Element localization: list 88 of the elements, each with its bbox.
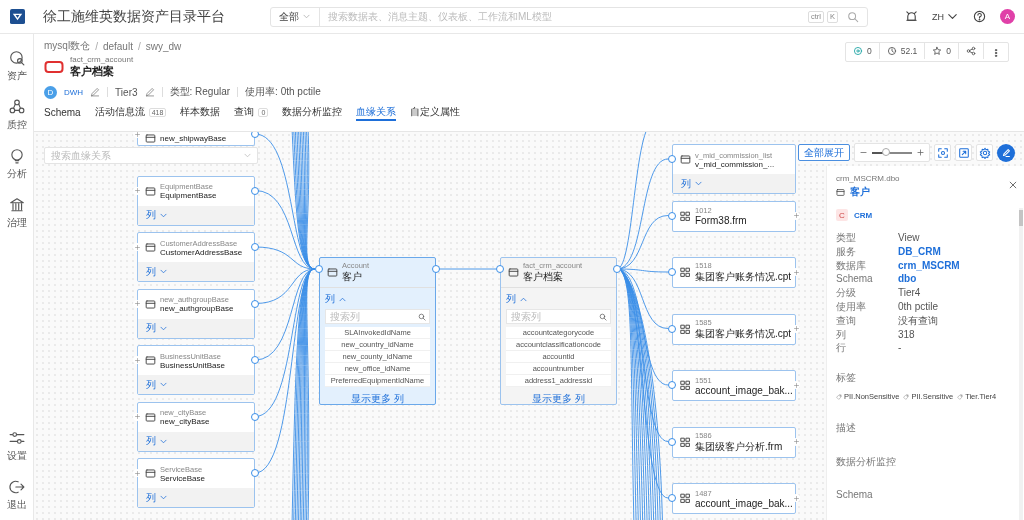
columns-toggle[interactable]: 列 <box>506 292 611 306</box>
section-heading: 描述 <box>836 421 857 436</box>
tier-label: Tier3 <box>115 86 138 98</box>
columns-toggle[interactable]: 列 <box>138 262 254 281</box>
views-button[interactable]: 52.1 <box>879 43 926 59</box>
node-title: 客户 <box>342 270 363 284</box>
sidebar-item[interactable]: 分析 <box>6 148 27 181</box>
property-label: 数据库 <box>836 258 867 273</box>
node-title: new_cityBase <box>160 417 210 426</box>
show-more-link[interactable]: 显示更多 列 <box>325 392 430 406</box>
property-value: 318 <box>898 327 916 342</box>
node-title: new_shipwayBase <box>160 134 227 143</box>
node-title: Form38.frm <box>695 215 747 226</box>
property-label: 使用率 <box>836 300 867 314</box>
column-search-field[interactable]: 搜索列 <box>325 309 430 324</box>
node-title: 客户档案 <box>523 270 564 284</box>
columns-toggle[interactable]: 列 <box>138 375 254 394</box>
usage-label: 使用率: 0th pctile <box>245 85 321 99</box>
node-title: ServiceBase <box>160 473 205 483</box>
tab[interactable]: 自定义属性 <box>410 105 461 121</box>
entity-name: fact_crm_account <box>70 55 134 64</box>
entity-title-link[interactable]: 客户 <box>850 185 870 199</box>
breadcrumb-link[interactable]: swy_dw <box>145 40 182 52</box>
lineage-node[interactable]: new_shipwayBase <box>137 132 255 146</box>
breadcrumb-separator: / <box>137 40 141 52</box>
app-title: 徐工施维英数据资产目录平台 <box>43 7 226 26</box>
property-value: Tier4 <box>898 286 922 300</box>
property-link[interactable]: DB_CRM <box>898 244 1014 259</box>
lineage-search-field[interactable]: 搜索血缘关系 <box>44 147 258 164</box>
section-heading: Schema <box>836 489 874 501</box>
owner-avatar: D <box>44 85 57 99</box>
property-label: 类型 <box>836 231 857 245</box>
column-search-field[interactable]: 搜索列 <box>506 309 611 324</box>
follow-button[interactable]: 0 <box>846 43 880 59</box>
columns-toggle[interactable]: 列 <box>138 318 254 338</box>
type-label: 类型: Regular <box>169 85 231 99</box>
sidebar-item[interactable]: 退出 <box>6 479 27 512</box>
property-value: 没有查询 <box>898 313 939 328</box>
expand-all-button[interactable]: 全部展开 <box>798 144 850 161</box>
language-selector[interactable]: ZH <box>932 10 959 23</box>
node-title: EquipmentBase <box>160 191 217 200</box>
node-title: 集团客户账务情况.cpt <box>695 326 792 341</box>
columns-toggle[interactable]: 列 <box>673 174 795 193</box>
property-label: 查询 <box>836 313 857 328</box>
node-title: BusinessUnitBase <box>160 360 225 370</box>
property-link[interactable]: dbo <box>898 272 1014 287</box>
node-title: new_authgroupBase <box>160 304 234 313</box>
sidebar-item[interactable]: 治理 <box>6 197 27 230</box>
breadcrumb-link[interactable]: default <box>102 40 133 52</box>
show-more-link[interactable]: 显示更多 列 <box>506 392 611 406</box>
owner-link[interactable]: DWH <box>64 87 84 97</box>
breadcrumb-link[interactable]: mysql数仓 <box>44 39 91 53</box>
node-title: account_image_bak... <box>695 384 792 396</box>
columns-toggle[interactable]: 列 <box>325 292 430 306</box>
property-value: View <box>898 231 921 245</box>
tab[interactable]: 数据分析监控 <box>282 105 343 121</box>
columns-toggle[interactable]: 列 <box>138 205 254 225</box>
property-label: 分级 <box>836 286 857 300</box>
tab[interactable]: 血缘关系 <box>356 105 397 121</box>
columns-toggle[interactable]: 列 <box>138 488 254 507</box>
node-title: 集团级客户分析.frm <box>695 439 783 454</box>
entity-display-name: 客户档案 <box>70 64 115 79</box>
property-value: - <box>898 341 903 356</box>
property-value: 0th pctile <box>898 300 940 314</box>
breadcrumb-separator: / <box>95 40 98 52</box>
property-label: 列 <box>836 327 847 342</box>
node-title: v_mid_commission_... <box>695 159 775 169</box>
scope-dropdown[interactable]: 全部 <box>271 7 320 26</box>
tab[interactable]: Schema <box>44 105 81 121</box>
node-title: 集团客户账务情况.cpt <box>695 270 792 284</box>
property-label: 服务 <box>836 244 857 259</box>
service-link[interactable]: CRM <box>854 210 873 220</box>
service-badge: C <box>836 209 848 221</box>
sidebar-item[interactable]: 质控 <box>6 99 27 132</box>
node-title: account_image_bak... <box>695 497 792 509</box>
columns-toggle[interactable]: 列 <box>138 431 254 451</box>
entity-path: crm_MSCRM.dbo <box>836 174 901 183</box>
sidebar-item[interactable]: 设置 <box>6 430 27 463</box>
section-heading: 数据分析监控 <box>836 455 897 470</box>
node-title: CustomerAddressBase <box>160 247 243 257</box>
property-link[interactable]: crm_MSCRM <box>898 258 1014 273</box>
property-label: 行 <box>836 341 847 356</box>
property-label: Schema <box>836 272 874 287</box>
sidebar-item[interactable]: 资产 <box>6 50 27 83</box>
section-heading: 标签 <box>836 371 857 386</box>
user-avatar[interactable]: A <box>1000 9 1015 24</box>
star-button[interactable]: 0 <box>925 43 959 59</box>
tab[interactable]: 样本数据 <box>180 105 221 121</box>
